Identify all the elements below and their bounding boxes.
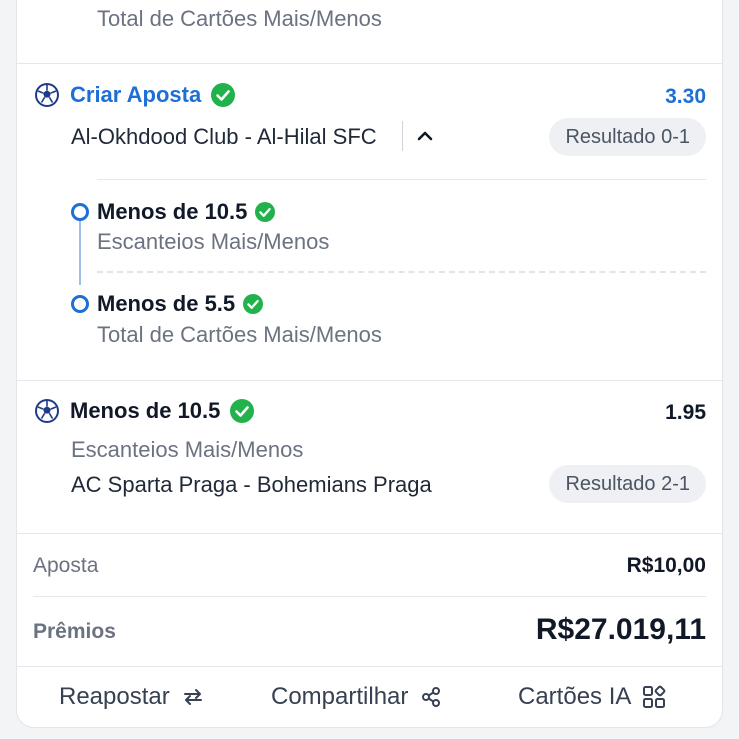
bet2-odds: 1.95 (665, 401, 706, 424)
bet2-title: Menos de 10.5 (70, 398, 221, 423)
stake-label: Aposta (33, 554, 99, 577)
check-circle-icon (255, 202, 276, 222)
bet1-match: Al-Okhdood Club - Al-Hilal SFC (71, 124, 377, 149)
bet1-result-badge: Resultado 0-1 (549, 118, 706, 156)
leg-1-title-row: Menos de 10.5 (97, 199, 276, 225)
leg-1-subtitle: Escanteios Mais/Menos (97, 229, 330, 254)
prize-value: R$27.019,11 (535, 613, 706, 646)
divider (17, 533, 722, 534)
rebet-button[interactable]: Reapostar (59, 666, 206, 728)
share-label: Compartilhar (271, 683, 409, 710)
ai-cards-button[interactable]: Cartões IA (518, 666, 667, 728)
stake-value: R$10,00 (626, 554, 706, 577)
divider (97, 179, 706, 180)
prize-label: Prêmios (33, 620, 116, 643)
bet2-result-badge: Resultado 2-1 (549, 465, 706, 503)
dashed-divider (97, 271, 706, 273)
chevron-up-icon[interactable] (414, 125, 436, 147)
leg-2-subtitle: Total de Cartões Mais/Menos (97, 322, 382, 347)
bet2-market: Escanteios Mais/Menos (71, 437, 304, 462)
divider (33, 596, 706, 597)
check-circle-icon (243, 294, 264, 314)
share-button[interactable]: Compartilhar (271, 666, 444, 728)
leg-2-title-row: Menos de 5.5 (97, 291, 264, 317)
check-circle-icon (211, 83, 236, 107)
bet1-odds: 3.30 (665, 85, 706, 108)
bet1-title[interactable]: Criar Aposta (70, 82, 201, 108)
grid-icon (643, 685, 666, 708)
divider (17, 380, 722, 381)
bet1-header: Criar Aposta (34, 82, 236, 108)
leg-marker (71, 295, 89, 313)
bet2-match: AC Sparta Praga - Bohemians Praga (71, 472, 432, 497)
separator (402, 121, 403, 151)
leg-marker (71, 203, 89, 221)
soccer-ball-icon (35, 399, 59, 423)
leg-1-title: Menos de 10.5 (97, 199, 248, 224)
rebet-label: Reapostar (59, 683, 170, 710)
repeat-icon (183, 689, 202, 705)
action-bar: Reapostar Compartilhar Cartões IA (17, 666, 722, 728)
top-leg-subtitle: Total de Cartões Mais/Menos (97, 6, 382, 31)
ai-cards-label: Cartões IA (518, 683, 632, 710)
leg-connector (79, 221, 81, 285)
bet2-header: Menos de 10.5 (34, 398, 255, 424)
bet-receipt-card: Total de Cartões Mais/Menos Criar Aposta… (16, 0, 723, 728)
leg-2-title: Menos de 5.5 (97, 291, 236, 316)
soccer-ball-icon (35, 83, 59, 107)
divider (17, 63, 722, 64)
share-icon (422, 687, 441, 707)
check-circle-icon (230, 399, 255, 423)
